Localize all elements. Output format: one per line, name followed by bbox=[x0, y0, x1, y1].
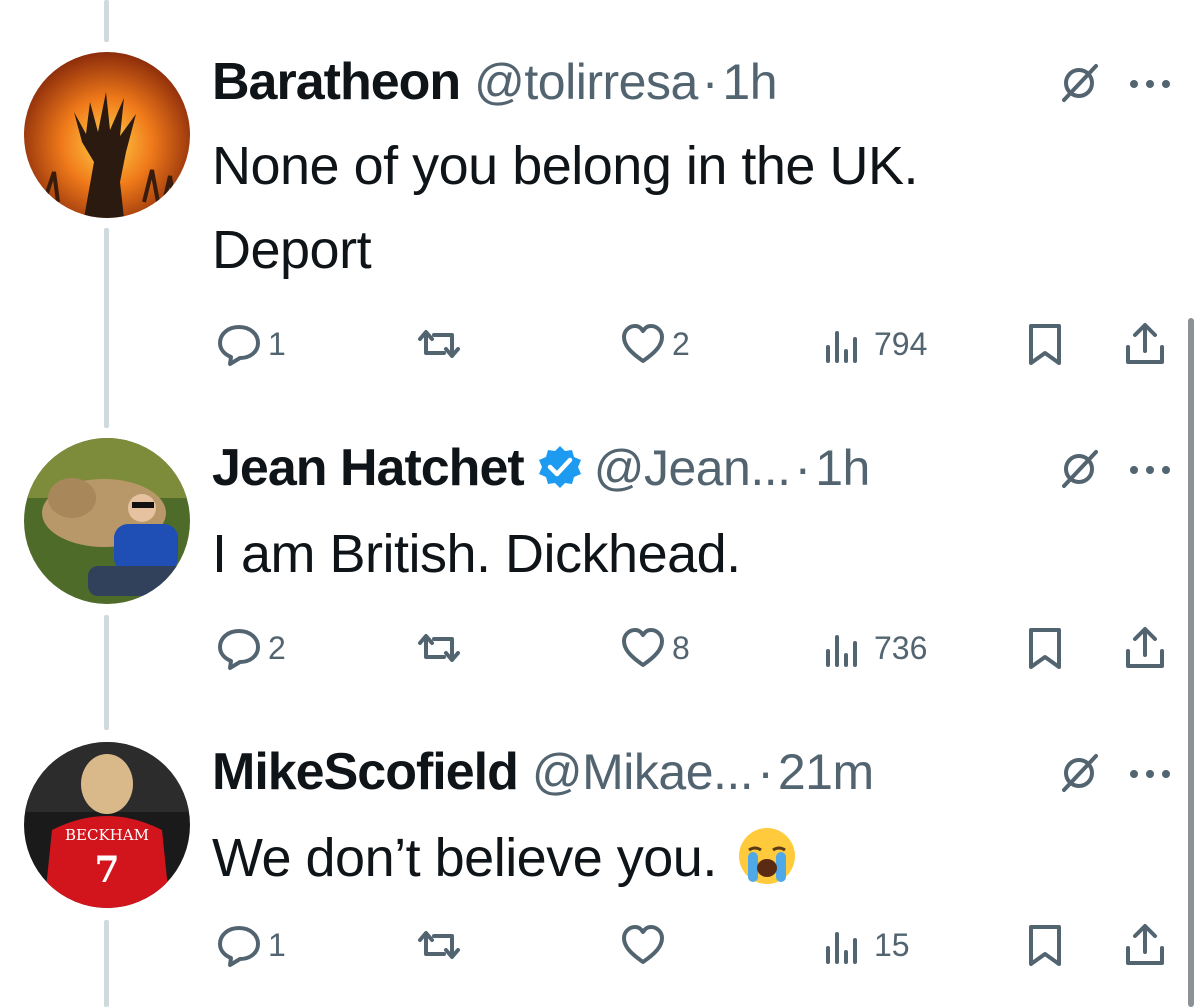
reply-button[interactable]: 1 bbox=[216, 321, 286, 367]
reply-button[interactable]: 1 bbox=[216, 922, 286, 968]
tweet-text-line: Deport bbox=[212, 220, 372, 280]
bookmark-icon bbox=[1029, 925, 1061, 966]
reply-count: 1 bbox=[268, 325, 286, 362]
like-count: 8 bbox=[672, 629, 690, 666]
retweet-icon bbox=[418, 634, 460, 662]
avatar[interactable] bbox=[24, 438, 190, 604]
retweet-button[interactable] bbox=[416, 321, 468, 367]
view-count: 15 bbox=[874, 926, 910, 963]
tweet[interactable]: Baratheon @tolirresa · 1h None of you be… bbox=[0, 0, 1200, 420]
share-button[interactable] bbox=[1122, 321, 1168, 367]
bar-chart-icon bbox=[826, 635, 857, 667]
separator-dot: · bbox=[794, 440, 812, 496]
tweet-text: We don’t believe you. bbox=[212, 816, 1112, 900]
reply-icon bbox=[218, 325, 260, 366]
avatar[interactable]: BECKHAM 7 bbox=[24, 742, 190, 908]
tweet-text: I am British. Dickhead. bbox=[212, 512, 1112, 596]
reply-button[interactable]: 2 bbox=[216, 625, 286, 671]
avatar[interactable] bbox=[24, 52, 190, 218]
avatar-image bbox=[24, 52, 190, 218]
retweet-icon bbox=[418, 330, 460, 358]
reply-count: 2 bbox=[268, 629, 286, 666]
share-icon bbox=[1126, 627, 1164, 668]
tweet-header: Jean Hatchet @Jean... · 1h bbox=[212, 438, 870, 498]
view-count: 794 bbox=[874, 325, 928, 362]
views-button[interactable]: 15 bbox=[822, 922, 910, 968]
action-bar: 2 8 736 bbox=[0, 618, 1200, 678]
timestamp[interactable]: 21m bbox=[778, 743, 874, 801]
handle[interactable]: @tolirresa bbox=[474, 53, 698, 111]
more-icon[interactable] bbox=[1128, 460, 1172, 480]
display-name[interactable]: MikeScofield bbox=[212, 742, 519, 802]
avatar-jersey-number: 7 bbox=[94, 849, 119, 891]
tweet-header: Baratheon @tolirresa · 1h bbox=[212, 52, 778, 112]
tweet-text-line: We don’t believe you. bbox=[212, 828, 717, 888]
handle[interactable]: @Mikae... bbox=[532, 743, 754, 801]
bookmark-button[interactable] bbox=[1022, 321, 1068, 367]
more-icon[interactable] bbox=[1128, 764, 1172, 784]
tweet[interactable]: BECKHAM 7 MikeScofield @Mikae... · 21m W… bbox=[0, 720, 1200, 1007]
share-icon bbox=[1126, 323, 1164, 364]
more-icon[interactable] bbox=[1128, 74, 1172, 94]
reply-icon bbox=[218, 629, 260, 670]
bookmark-icon bbox=[1029, 628, 1061, 669]
loudly-crying-face-icon bbox=[739, 828, 796, 884]
timestamp[interactable]: 1h bbox=[815, 439, 870, 497]
separator-dot: · bbox=[701, 54, 719, 110]
avatar-image: BECKHAM 7 bbox=[24, 742, 190, 908]
grok-icon[interactable] bbox=[1056, 750, 1102, 796]
bookmark-button[interactable] bbox=[1022, 922, 1068, 968]
views-button[interactable]: 736 bbox=[822, 625, 927, 671]
timestamp[interactable]: 1h bbox=[722, 53, 777, 111]
reply-icon bbox=[218, 926, 260, 967]
action-bar: 1 2 794 bbox=[0, 314, 1200, 374]
tweet-text: None of you belong in the UK. Deport bbox=[212, 124, 1112, 292]
share-button[interactable] bbox=[1122, 922, 1168, 968]
bookmark-button[interactable] bbox=[1022, 625, 1068, 671]
display-name[interactable]: Baratheon bbox=[212, 52, 461, 112]
retweet-button[interactable] bbox=[416, 625, 468, 671]
bar-chart-icon bbox=[826, 331, 857, 363]
share-icon bbox=[1126, 924, 1164, 965]
bookmark-icon bbox=[1029, 324, 1061, 365]
action-bar: 1 15 bbox=[0, 915, 1200, 975]
display-name[interactable]: Jean Hatchet bbox=[212, 438, 525, 498]
tweet[interactable]: Jean Hatchet @Jean... · 1h I am British.… bbox=[0, 420, 1200, 720]
like-button[interactable]: 8 bbox=[620, 625, 690, 671]
like-button[interactable]: 2 bbox=[620, 321, 690, 367]
avatar-jersey-text: BECKHAM bbox=[65, 826, 149, 844]
view-count: 736 bbox=[874, 629, 928, 666]
grok-icon[interactable] bbox=[1056, 60, 1102, 106]
retweet-button[interactable] bbox=[416, 922, 468, 968]
handle[interactable]: @Jean... bbox=[594, 439, 791, 497]
avatar-image bbox=[24, 438, 190, 604]
separator-dot: · bbox=[757, 744, 774, 800]
verified-badge-icon[interactable] bbox=[536, 444, 584, 492]
tweet-text-line: I am British. Dickhead. bbox=[212, 524, 741, 584]
tweet-text-line: None of you belong in the UK. bbox=[212, 136, 918, 196]
share-button[interactable] bbox=[1122, 625, 1168, 671]
heart-icon bbox=[622, 925, 664, 964]
heart-icon bbox=[622, 324, 664, 363]
like-button[interactable] bbox=[620, 922, 672, 968]
grok-icon[interactable] bbox=[1056, 446, 1102, 492]
tweet-header: MikeScofield @Mikae... · 21m bbox=[212, 742, 874, 802]
like-count: 2 bbox=[672, 325, 690, 362]
views-button[interactable]: 794 bbox=[822, 321, 927, 367]
reply-count: 1 bbox=[268, 926, 286, 963]
heart-icon bbox=[622, 628, 664, 667]
bar-chart-icon bbox=[826, 932, 857, 964]
retweet-icon bbox=[418, 931, 460, 959]
